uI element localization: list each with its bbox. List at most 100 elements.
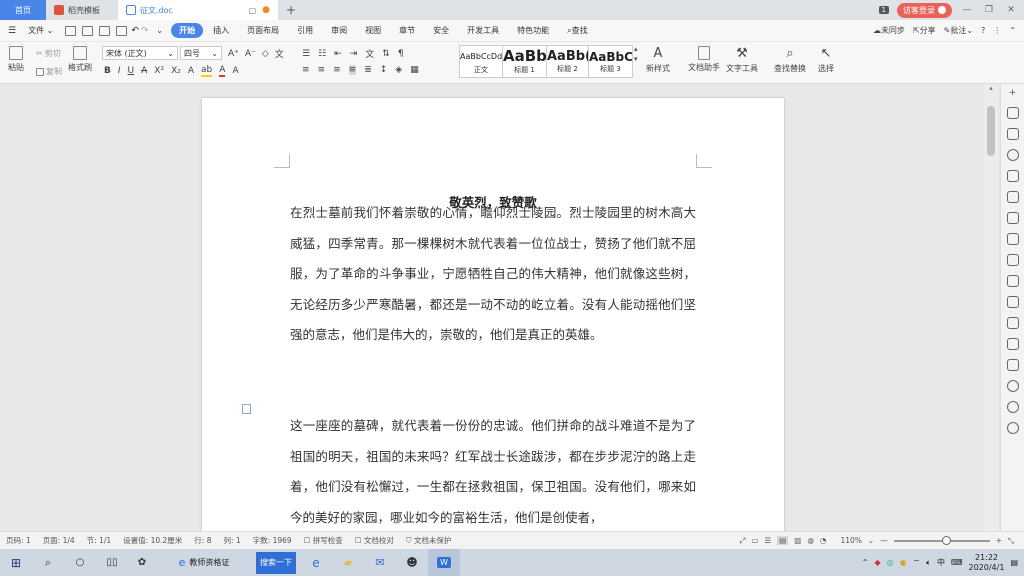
underline-icon[interactable]: U bbox=[128, 66, 135, 76]
stamp-icon[interactable] bbox=[1006, 191, 1019, 203]
status-section[interactable]: 节: 1/1 bbox=[87, 535, 111, 546]
start-button[interactable]: ⊞ bbox=[0, 549, 32, 576]
tab-template[interactable]: 稻壳模板 bbox=[46, 0, 118, 20]
input-method-icon[interactable]: ⌨ bbox=[951, 558, 963, 567]
font-color-icon[interactable]: A bbox=[219, 65, 226, 77]
status-page-number[interactable]: 页码: 1 bbox=[6, 535, 31, 546]
doc-proof-button[interactable]: ☐ 文档校对 bbox=[355, 535, 394, 546]
justify-icon[interactable]: ≡ bbox=[348, 65, 357, 75]
zoom-in-icon[interactable]: + bbox=[996, 536, 1002, 545]
print-icon[interactable] bbox=[99, 25, 111, 36]
grow-font-icon[interactable]: A⁺ bbox=[228, 49, 239, 59]
shapes-icon[interactable] bbox=[1006, 170, 1019, 182]
status-setting[interactable]: 设置值: 10.2厘米 bbox=[123, 535, 182, 546]
guest-login-button[interactable]: 访客登录 bbox=[897, 2, 952, 18]
subscript-icon[interactable]: X₂ bbox=[171, 66, 181, 76]
find-replace-button[interactable]: ⌕ 查找替换 bbox=[774, 46, 806, 74]
help-circle-icon[interactable] bbox=[1006, 422, 1019, 434]
taskbar-edge[interactable]: e bbox=[300, 549, 332, 576]
taskbar-mail[interactable]: ✉ bbox=[364, 549, 396, 576]
shrink-font-icon[interactable]: A⁻ bbox=[245, 49, 256, 59]
annotate-button[interactable]: ✎批注⌄ bbox=[944, 25, 973, 36]
document-paragraph-2[interactable]: 这一座座的墓碑，就代表着一份份的忠诚。他们拼命的战斗难道不是为了祖国的明天，祖国… bbox=[290, 411, 696, 531]
tab-document[interactable]: 征文.doc ▢ ● bbox=[118, 0, 278, 20]
taskbar-wps[interactable]: W bbox=[428, 549, 460, 576]
document-canvas[interactable]: 敬英烈，致赞歌 在烈士墓前我们怀着崇敬的心情，瞻仰烈士陵园。烈士陵园里的树木高大… bbox=[0, 84, 1000, 531]
menu-references[interactable]: 引用 bbox=[289, 23, 321, 38]
status-pages[interactable]: 页面: 1/4 bbox=[43, 535, 75, 546]
network-icon[interactable]: ⌔ bbox=[913, 558, 921, 568]
translate-icon[interactable] bbox=[1006, 317, 1019, 329]
paste-button[interactable]: 粘贴 bbox=[8, 46, 24, 73]
reading-mode-icon[interactable]: ▭ bbox=[751, 536, 758, 545]
export-icon[interactable] bbox=[1006, 296, 1019, 308]
zoom-level[interactable]: 110% bbox=[840, 536, 861, 545]
taskbar-avatar-app[interactable]: ☻ bbox=[396, 549, 428, 576]
style-heading3[interactable]: AaBbC 标题 3 bbox=[589, 45, 633, 78]
system-clock[interactable]: 21:22 2020/4/1 bbox=[969, 553, 1005, 573]
quick-access-dropdown-icon[interactable]: ⌄ bbox=[156, 26, 163, 35]
pinyin-icon[interactable]: 文 bbox=[275, 47, 284, 60]
close-icon[interactable]: ✕ bbox=[1004, 5, 1018, 15]
ime-indicator[interactable]: 中 bbox=[937, 557, 945, 568]
fit-width-icon[interactable]: ⤢ bbox=[739, 536, 745, 546]
style-heading2[interactable]: AaBb( 标题 2 bbox=[547, 45, 589, 78]
menu-view[interactable]: 视图 bbox=[357, 23, 389, 38]
minimize-icon[interactable]: — bbox=[960, 5, 974, 15]
page-view-icon[interactable]: ▤ bbox=[777, 536, 789, 545]
italic-icon[interactable]: I bbox=[118, 66, 121, 76]
template-icon[interactable] bbox=[1006, 359, 1019, 371]
volume-icon[interactable]: 🔈︎ bbox=[926, 558, 931, 568]
doc-protect-button[interactable]: ⛉ 文档未保护 bbox=[406, 535, 452, 546]
export-pdf-icon[interactable] bbox=[82, 25, 94, 36]
tray-app3-icon[interactable]: ◉ bbox=[900, 558, 907, 567]
chart-icon[interactable] bbox=[1006, 233, 1019, 245]
menu-section[interactable]: 章节 bbox=[391, 23, 423, 38]
zoom-slider[interactable] bbox=[893, 535, 990, 545]
more-options-icon[interactable]: ⋮ bbox=[993, 26, 1001, 35]
unsaved-dot-icon[interactable]: ● bbox=[262, 5, 270, 15]
scroll-thumb[interactable] bbox=[987, 106, 995, 156]
doc-assistant-button[interactable]: 文档助手 bbox=[688, 46, 720, 73]
new-tab-button[interactable]: + bbox=[278, 0, 304, 20]
chinese-layout-icon[interactable]: 文 bbox=[365, 47, 374, 60]
shading-icon[interactable]: ◈ bbox=[395, 65, 402, 75]
line-spacing-icon[interactable]: ↕ bbox=[380, 65, 388, 75]
font-name-select[interactable]: 宋体 (正文) ⌄ bbox=[102, 46, 178, 60]
window-count-badge[interactable]: 1 bbox=[878, 6, 889, 14]
sidebar-expand-icon[interactable]: + bbox=[1009, 88, 1017, 98]
scroll-up-icon[interactable]: ▴ bbox=[984, 84, 998, 92]
menu-developer[interactable]: 开发工具 bbox=[459, 23, 507, 38]
align-left-icon[interactable]: ≡ bbox=[302, 65, 310, 75]
spell-check-button[interactable]: ☐ 拼写检查 bbox=[304, 535, 343, 546]
taskbar-search-icon[interactable]: ⌕ bbox=[32, 549, 64, 576]
collapse-ribbon-icon[interactable]: ⌃ bbox=[1009, 26, 1016, 35]
menu-page-layout[interactable]: 页面布局 bbox=[239, 23, 287, 38]
bold-icon[interactable]: B bbox=[104, 66, 111, 76]
zoom-slider-knob[interactable] bbox=[941, 535, 951, 545]
tray-app2-icon[interactable]: ◎ bbox=[887, 558, 894, 567]
menu-review[interactable]: 审阅 bbox=[323, 23, 355, 38]
share-button[interactable]: ⇱分享 bbox=[913, 25, 936, 36]
help-icon[interactable]: ? bbox=[981, 26, 985, 35]
new-style-button[interactable]: A 新样式 bbox=[646, 46, 670, 74]
pen-icon[interactable] bbox=[1006, 107, 1019, 119]
doc-list-icon[interactable] bbox=[1006, 275, 1019, 287]
menu-features[interactable]: 特色功能 bbox=[509, 23, 557, 38]
download-icon[interactable] bbox=[1006, 380, 1019, 392]
font-size-select[interactable]: 四号 ⌄ bbox=[180, 46, 222, 60]
select-button[interactable]: ↖ 选择 bbox=[818, 46, 834, 74]
pointer-icon[interactable] bbox=[1006, 128, 1019, 140]
text-effect-icon[interactable]: A bbox=[188, 66, 194, 76]
redo-icon[interactable]: ↷ bbox=[141, 26, 149, 36]
undo-icon[interactable]: ↶ bbox=[131, 26, 139, 36]
outline-view-icon[interactable]: ☰ bbox=[764, 536, 771, 545]
status-word-count[interactable]: 字数: 1969 bbox=[253, 535, 292, 546]
paragraph-layout-icon[interactable] bbox=[242, 404, 251, 414]
copy-button[interactable]: 复制 bbox=[36, 66, 62, 77]
web-view-icon[interactable]: ▥ bbox=[794, 536, 801, 545]
text-tools-button[interactable]: ⚒ 文字工具 bbox=[726, 46, 758, 74]
menu-search[interactable]: ⌕查找 bbox=[559, 23, 595, 38]
show-marks-icon[interactable]: ¶ bbox=[398, 49, 404, 59]
zoom-out-icon[interactable]: — bbox=[880, 536, 888, 545]
